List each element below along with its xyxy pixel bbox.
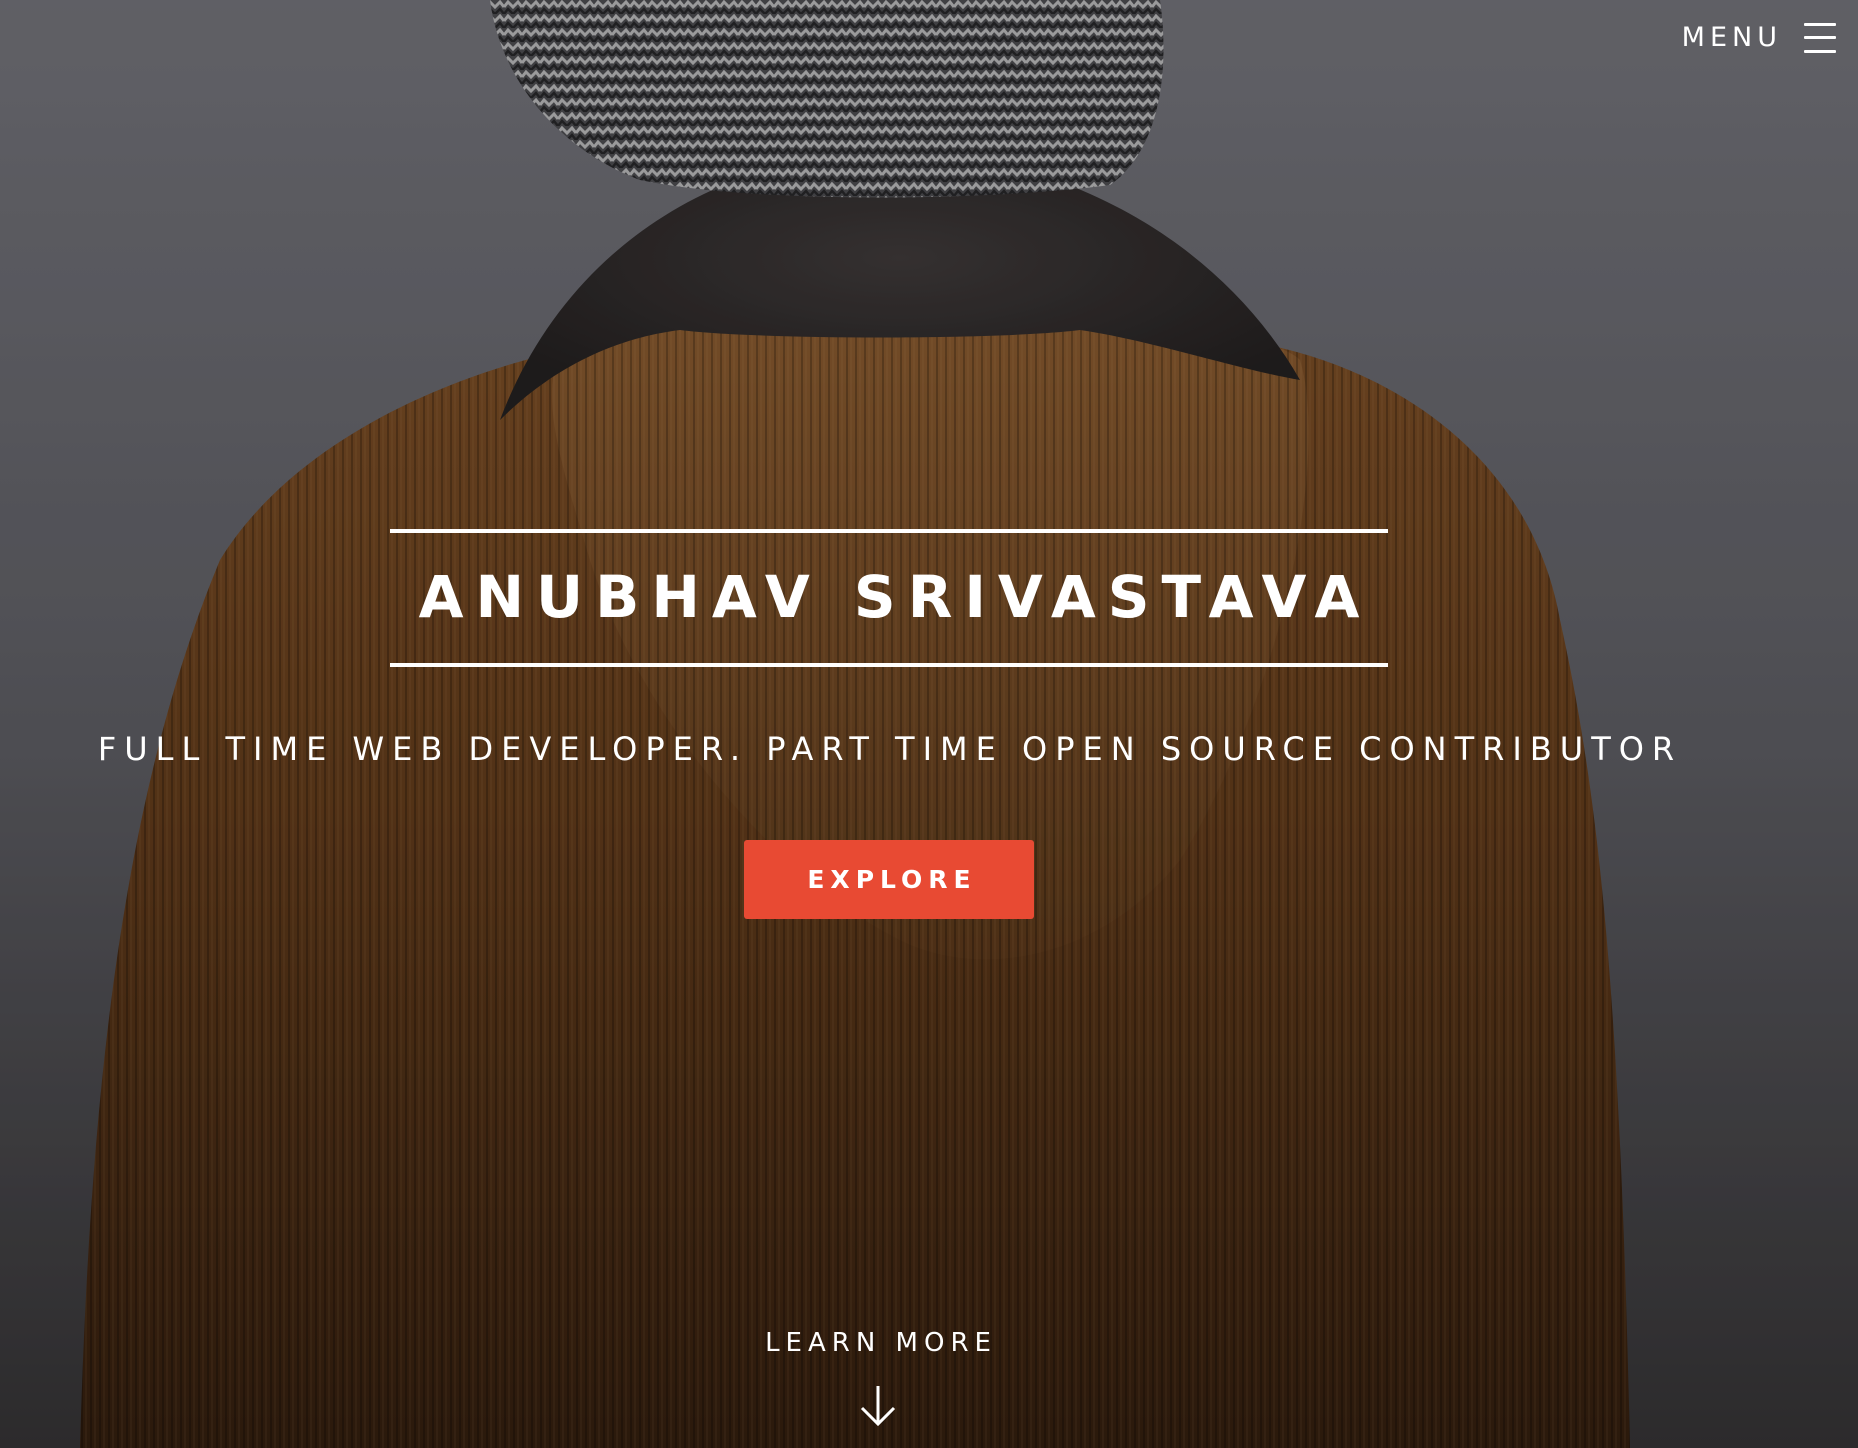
- learn-more-link[interactable]: LEARN MORE: [0, 1328, 1756, 1428]
- explore-button[interactable]: EXPLORE: [744, 840, 1034, 919]
- hero-tagline: FULL TIME WEB DEVELOPER. PART TIME OPEN …: [97, 730, 1683, 768]
- hero-section: MENU ANUBHAV SRIVASTAVA FULL TIME WEB DE…: [0, 0, 1858, 1448]
- hamburger-icon[interactable]: [1804, 22, 1836, 53]
- menu-label: MENU: [1681, 22, 1782, 53]
- menu-button[interactable]: MENU: [1682, 22, 1836, 53]
- title-bottom-divider: [390, 663, 1388, 667]
- hamburger-line: [1804, 22, 1836, 26]
- hamburger-line: [1804, 49, 1836, 53]
- hamburger-line: [1804, 36, 1836, 39]
- hero-name: ANUBHAV SRIVASTAVA: [418, 563, 1372, 631]
- learn-more-label: LEARN MORE: [765, 1328, 997, 1358]
- hero-title-block: ANUBHAV SRIVASTAVA: [390, 529, 1388, 667]
- title-top-divider: [390, 529, 1388, 533]
- arrow-down-icon[interactable]: [856, 1384, 900, 1428]
- hero-dark-overlay: [0, 0, 1858, 1448]
